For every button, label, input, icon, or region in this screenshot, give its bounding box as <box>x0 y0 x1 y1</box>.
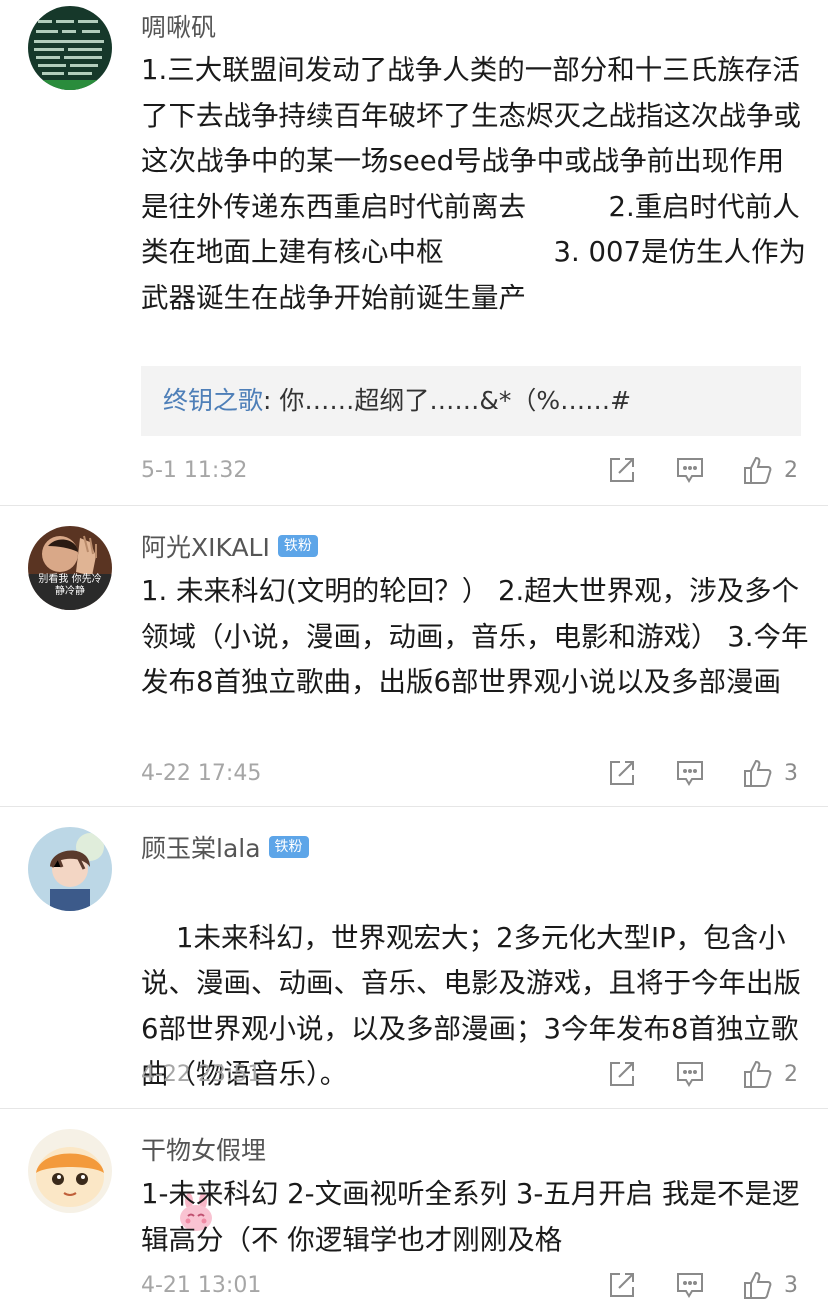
comment-item: 啁啾矾 1.三大联盟间发动了战争人类的一部分和十三氏族存活了下去战争持续百年破坏… <box>0 0 828 506</box>
like-count: 2 <box>784 1061 798 1087</box>
timestamp: 4-22 17:45 <box>141 761 262 786</box>
reply-username[interactable]: 终钥之歌 <box>163 386 263 415</box>
username[interactable]: 啁啾矾 <box>141 8 216 44</box>
comment-item: 干物女假埋 1-未来科幻 2-文画视听全系列 3-五月开启 我是不是逻辑高分（不… <box>0 1109 828 1315</box>
reply-button[interactable] <box>668 758 712 788</box>
avatar[interactable]: 别看我 你先冷静冷静 <box>28 526 112 610</box>
share-button[interactable] <box>600 1270 644 1300</box>
comment-actions: 2 <box>600 454 798 486</box>
comment-icon <box>677 1062 703 1087</box>
comment-text: 1. 未来科幻(文明的轮回？） 2.超大世界观，涉及多个领域（小说，漫画，动画，… <box>141 575 809 698</box>
share-icon <box>610 1273 634 1297</box>
comment-text: 1-未来科幻 2-文画视听全系列 3-五月开启 我是不是逻辑高分（不 你逻辑学也… <box>141 1178 800 1256</box>
reply-button[interactable] <box>668 455 712 485</box>
avatar[interactable] <box>28 827 112 911</box>
comment-icon <box>677 458 703 483</box>
reply-button[interactable] <box>668 1270 712 1300</box>
share-icon <box>610 761 634 785</box>
username-text[interactable]: 干物女假埋 <box>141 1131 266 1167</box>
thumbs-up-icon <box>744 1060 772 1088</box>
like-count: 2 <box>784 457 798 483</box>
comment-actions: 2 <box>600 1058 798 1090</box>
like-count: 3 <box>784 760 798 786</box>
reply-preview[interactable]: 终钥之歌: 你……超纲了……&*（%……# <box>141 366 801 436</box>
share-button[interactable] <box>600 1059 644 1089</box>
avatar[interactable] <box>28 6 112 90</box>
comment-item: 别看我 你先冷静冷静 阿光XIKALI 铁粉 1. 未来科幻(文明的轮回？） 2… <box>0 506 828 807</box>
comment-text: 1.三大联盟间发动了战争人类的一部分和十三氏族存活了下去战争持续百年破坏了生态烬… <box>141 54 806 314</box>
share-icon <box>610 1062 634 1086</box>
comment-icon <box>677 1273 703 1298</box>
timestamp: 4-21 13:01 <box>141 1273 262 1298</box>
fan-badge: 铁粉 <box>268 836 309 858</box>
thumbs-up-icon <box>744 456 772 484</box>
thumbs-up-icon <box>744 759 772 787</box>
like-count: 3 <box>784 1272 798 1298</box>
avatar-caption: 别看我 你先冷静冷静 <box>38 574 102 597</box>
timestamp: 4-22 23:51 <box>141 1062 262 1087</box>
timestamp: 5-1 11:32 <box>141 458 248 483</box>
reply-text: 你……超纲了……&*（%……# <box>279 386 632 415</box>
share-icon <box>610 458 634 482</box>
username-text[interactable]: 阿光XIKALI <box>141 528 270 564</box>
username[interactable]: 干物女假埋 <box>141 1131 266 1167</box>
comment-actions: 3 <box>600 757 798 789</box>
comment-icon <box>677 761 703 786</box>
username-text[interactable]: 顾玉棠lala <box>141 829 261 865</box>
username[interactable]: 阿光XIKALI 铁粉 <box>141 528 318 564</box>
like-button[interactable]: 3 <box>742 1269 798 1301</box>
username-text[interactable]: 啁啾矾 <box>141 8 216 44</box>
share-button[interactable] <box>600 455 644 485</box>
reply-separator: : <box>263 386 280 415</box>
share-button[interactable] <box>600 758 644 788</box>
like-button[interactable]: 2 <box>742 1058 798 1090</box>
comment-item: 顾玉棠lala 铁粉 1未来科幻，世界观宏大；2多元化大型IP，包含小说、漫画、… <box>0 807 828 1231</box>
fan-badge: 铁粉 <box>277 535 318 557</box>
like-button[interactable]: 3 <box>742 757 798 789</box>
reply-button[interactable] <box>668 1059 712 1089</box>
comment-actions: 3 <box>600 1269 798 1301</box>
username[interactable]: 顾玉棠lala 铁粉 <box>141 829 309 865</box>
thumbs-up-icon <box>744 1271 772 1299</box>
like-button[interactable]: 2 <box>742 454 798 486</box>
avatar[interactable] <box>28 1129 112 1213</box>
